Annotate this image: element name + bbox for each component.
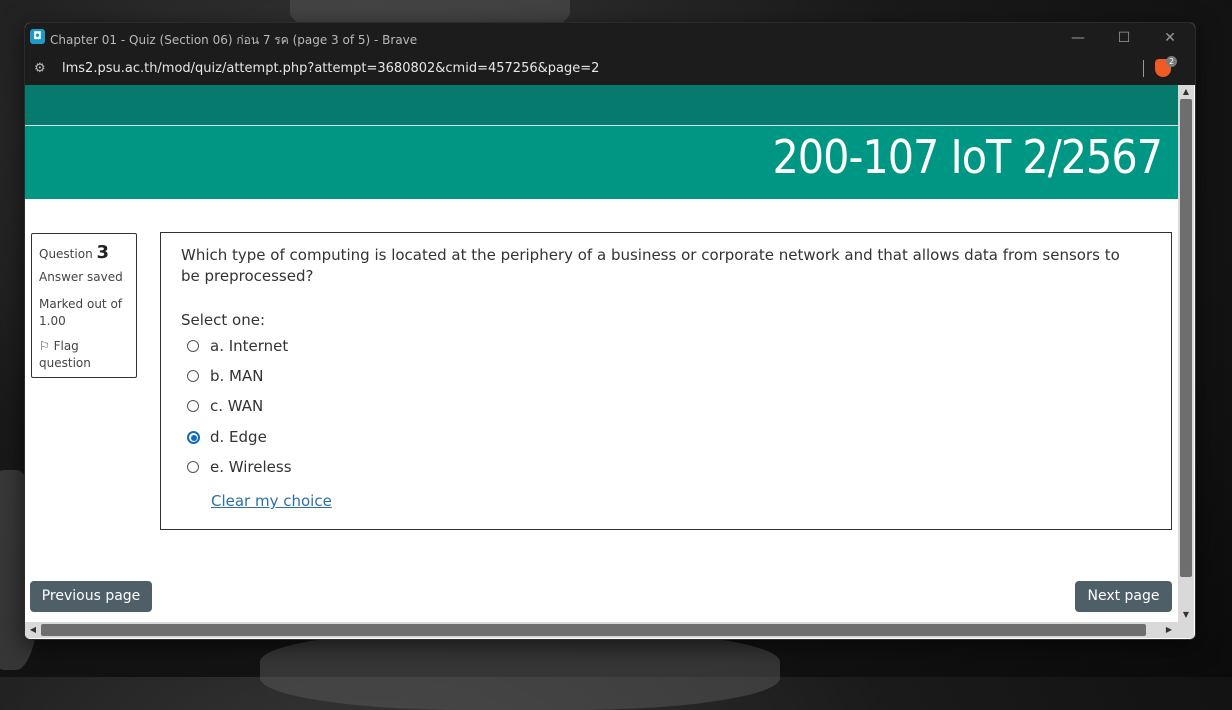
browser-window: ◘ Chapter 01 - Quiz (Section 06) ก่อน 7 … <box>24 22 1196 640</box>
radio-button-selected[interactable] <box>187 431 200 444</box>
radio-button[interactable] <box>187 370 199 382</box>
radio-button[interactable] <box>187 400 199 412</box>
horizontal-scroll-thumb[interactable] <box>41 624 1146 636</box>
scroll-left-icon[interactable]: ◀ <box>28 625 38 635</box>
option-label: a. Internet <box>210 337 289 355</box>
course-title: 200-107 IoT 2/2567 <box>772 130 1163 184</box>
horizontal-scrollbar[interactable]: ◀ ▶ <box>25 622 1178 638</box>
tune-icon[interactable]: ⚙ <box>34 61 50 77</box>
option-label: b. MAN <box>210 367 264 385</box>
shield-count-badge: 2 <box>1166 56 1177 67</box>
flag-icon: ⚐ <box>39 339 50 353</box>
scroll-up-icon[interactable]: ▲ <box>1181 87 1191 97</box>
question-state: Answer saved <box>39 270 123 284</box>
question-info-box: Question 3 Answer saved Marked out of 1.… <box>31 233 137 378</box>
option-label: e. Wireless <box>210 458 292 476</box>
scroll-down-icon[interactable]: ▼ <box>1181 610 1191 620</box>
question-number: 3 <box>96 242 110 263</box>
question-label: Question <box>39 247 93 261</box>
question-text: Which type of computing is located at th… <box>181 246 1120 285</box>
flag-question-link[interactable]: ⚐ Flag question <box>39 338 131 372</box>
minimize-button[interactable]: — <box>1068 29 1088 47</box>
question-formulation: Which type of computing is located at th… <box>160 232 1172 530</box>
option-label: c. WAN <box>210 397 264 415</box>
question-number-label: Question 3 <box>39 242 109 263</box>
question-grade: Marked out of 1.00 <box>39 297 123 328</box>
select-prompt: Select one: <box>181 311 266 329</box>
vertical-scroll-thumb[interactable] <box>1180 99 1192 577</box>
address-bar: ⚙ lms2.psu.ac.th/mod/quiz/attempt.php?at… <box>25 53 1195 85</box>
clear-choice-link[interactable]: Clear my choice <box>211 492 332 510</box>
window-title: Chapter 01 - Quiz (Section 06) ก่อน 7 รค… <box>50 33 418 47</box>
wallpaper-shape <box>260 630 780 710</box>
radio-button[interactable] <box>187 461 199 473</box>
maximize-button[interactable]: ☐ <box>1114 29 1134 47</box>
option-label: d. Edge <box>210 428 267 446</box>
vertical-scrollbar[interactable]: ▲ ▼ <box>1178 85 1194 622</box>
page-content: 200-107 IoT 2/2567 Question 3 Answer sav… <box>25 85 1178 622</box>
top-navbar <box>25 85 1178 125</box>
course-banner: 200-107 IoT 2/2567 <box>25 126 1178 199</box>
radio-button[interactable] <box>187 340 199 352</box>
title-bar: ◘ Chapter 01 - Quiz (Section 06) ก่อน 7 … <box>25 23 1195 53</box>
close-button[interactable]: ✕ <box>1160 29 1180 47</box>
scroll-right-icon[interactable]: ▶ <box>1164 625 1174 635</box>
scrollbar-corner <box>1178 622 1194 638</box>
url-field[interactable]: lms2.psu.ac.th/mod/quiz/attempt.php?atte… <box>62 61 599 76</box>
brave-app-icon: ◘ <box>30 29 45 44</box>
next-page-button[interactable]: Next page <box>1075 581 1172 612</box>
previous-page-button[interactable]: Previous page <box>30 581 152 612</box>
toolbar-divider <box>1143 60 1144 77</box>
